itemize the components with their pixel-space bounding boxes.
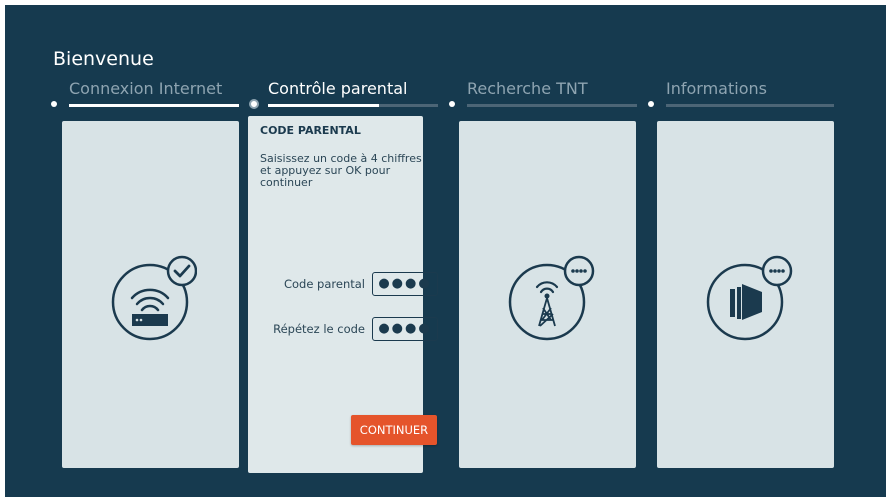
step-label: Contrôle parental: [268, 79, 408, 98]
step-progress-track: [467, 104, 637, 107]
parental-code-row: Code parental ●●●●: [248, 272, 443, 298]
step-progress-fill: [268, 104, 379, 107]
step-dot: [449, 101, 455, 107]
step-progress-track: [666, 104, 834, 107]
info-panels-icon: [706, 255, 793, 341]
more-badge-icon: [563, 255, 595, 287]
card-connexion-internet[interactable]: [62, 121, 239, 468]
step-progress-track: [268, 104, 438, 107]
more-badge-icon: [761, 255, 793, 287]
confirm-code-label: Répétez le code: [273, 322, 365, 336]
confirm-code-row: Répétez le code ●●●●: [248, 317, 443, 343]
card-recherche-tnt[interactable]: [459, 121, 636, 468]
confirm-code-input[interactable]: ●●●●: [372, 317, 438, 341]
continue-button[interactable]: CONTINUER: [351, 415, 437, 445]
welcome-screen: Bienvenue Connexion Internet Contrôle pa…: [5, 5, 886, 497]
page-title: Bienvenue: [53, 48, 154, 70]
step-dot: [648, 101, 654, 107]
step-progress-track: [69, 104, 239, 107]
wifi-router-icon: [111, 255, 197, 341]
parental-code-input[interactable]: ●●●●: [372, 272, 438, 296]
step-label: Informations: [666, 79, 767, 98]
card-controle-parental: CODE PARENTAL Saisissez un code à 4 chif…: [248, 116, 438, 473]
step-progress-fill: [69, 104, 239, 107]
parental-instructions: Saisissez un code à 4 chiffres et appuye…: [260, 152, 422, 189]
step-label: Recherche TNT: [467, 79, 588, 98]
antenna-tower-icon: [508, 255, 595, 341]
check-badge-icon: [166, 255, 197, 287]
parental-code-heading: CODE PARENTAL: [260, 124, 361, 137]
step-dot-active: [249, 99, 259, 109]
step-dot: [51, 101, 57, 107]
step-label: Connexion Internet: [69, 79, 223, 98]
card-informations[interactable]: [657, 121, 834, 468]
parental-code-label: Code parental: [283, 277, 365, 291]
